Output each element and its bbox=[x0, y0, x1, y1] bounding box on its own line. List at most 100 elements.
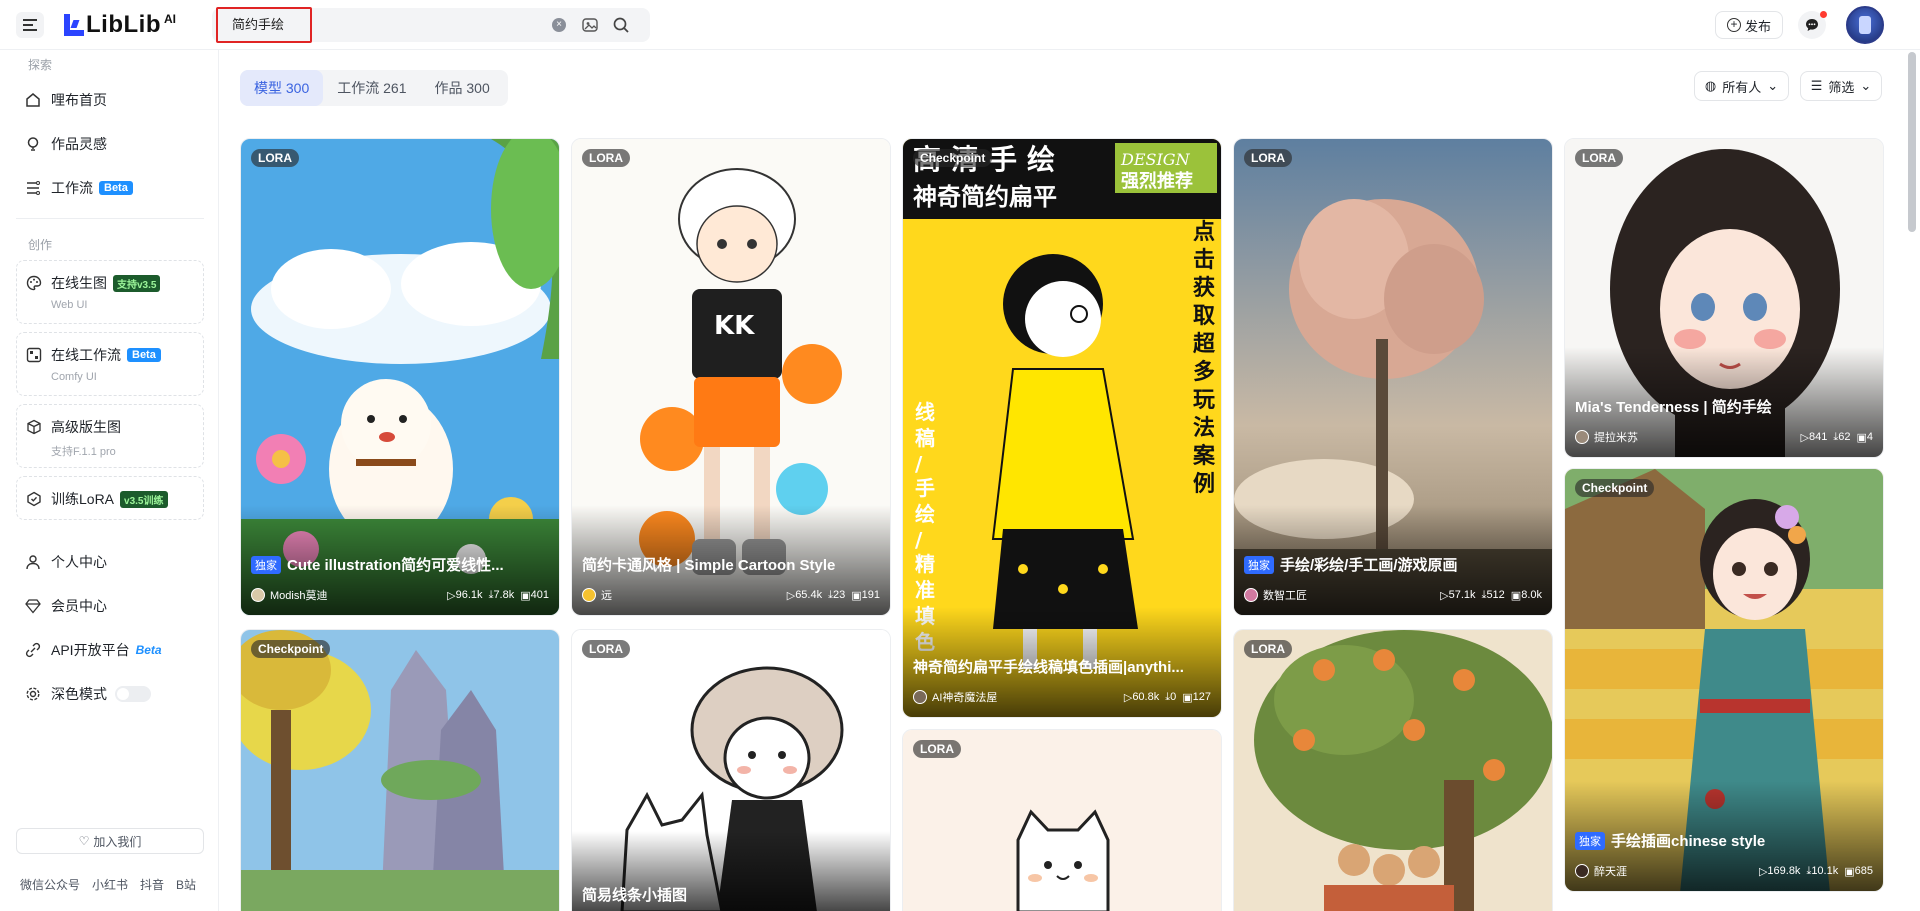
svg-text:获: 获 bbox=[1193, 276, 1215, 301]
model-card[interactable]: LORA bbox=[902, 729, 1222, 911]
footer-link-xiaohongshu[interactable]: 小红书 bbox=[92, 876, 128, 893]
exclusive-badge: 独家 bbox=[251, 555, 281, 574]
api-icon bbox=[24, 641, 42, 659]
image-search-icon[interactable] bbox=[582, 17, 598, 33]
bulb-icon bbox=[24, 135, 42, 153]
search-icon[interactable] bbox=[612, 16, 630, 34]
exclusive-badge: 独家 bbox=[1244, 555, 1274, 574]
image-icon: ▣ bbox=[1856, 431, 1867, 444]
sidebar-item-home[interactable]: 哩布首页 bbox=[24, 90, 107, 110]
sidebar-item-advanced-generate[interactable]: 高级版生图 支持F.1.1 pro bbox=[16, 404, 204, 468]
tab-workflows[interactable]: 工作流 261 bbox=[323, 70, 420, 106]
footer-link-wechat[interactable]: 微信公众号 bbox=[20, 876, 80, 893]
clear-icon[interactable]: × bbox=[552, 18, 566, 32]
author-name[interactable]: 数智工匠 bbox=[1263, 587, 1434, 603]
sidebar-item-subtitle: Comfy UI bbox=[51, 371, 97, 383]
svg-text:案: 案 bbox=[1192, 443, 1216, 469]
play-icon: ▷ bbox=[1123, 691, 1133, 704]
author-avatar bbox=[1575, 430, 1589, 444]
poster-title-text: 神奇简约扁平 bbox=[913, 183, 1057, 211]
sidebar-item-profile[interactable]: 个人中心 bbox=[24, 552, 107, 572]
palette-icon bbox=[26, 275, 42, 291]
sidebar-item-inspiration[interactable]: 作品灵感 bbox=[24, 134, 107, 154]
sidebar-item-membership[interactable]: 会员中心 bbox=[24, 596, 107, 616]
card-title: 独家 手绘插画chinese style bbox=[1575, 830, 1873, 851]
author-name[interactable]: AI神奇魔法屋 bbox=[932, 689, 1118, 705]
card-title-text: 简易线条小插图 bbox=[582, 887, 688, 904]
menu-toggle-button[interactable] bbox=[16, 12, 44, 38]
dark-mode-row: 深色模式 bbox=[24, 684, 151, 704]
footer-link-douyin[interactable]: 抖音 bbox=[140, 876, 164, 893]
sidebar-divider bbox=[16, 218, 204, 219]
page-scrollbar[interactable] bbox=[1906, 50, 1916, 911]
author-name[interactable]: 醉天涯 bbox=[1594, 863, 1753, 879]
home-icon bbox=[24, 91, 42, 109]
tab-models[interactable]: 模型 300 bbox=[240, 70, 324, 106]
join-us-button[interactable]: ♡ 加入我们 bbox=[16, 828, 204, 854]
scrollbar-thumb[interactable] bbox=[1908, 52, 1916, 232]
top-bar: LibLib AI × + 发布 bbox=[0, 0, 1920, 50]
poster-design-text: DESIGN bbox=[1120, 150, 1191, 169]
notification-dot bbox=[1820, 11, 1827, 18]
model-card[interactable]: KK LORA 简约卡通风格 | Simple Cartoon Style 远 … bbox=[571, 138, 891, 616]
model-card[interactable]: LORA Mia's Tenderness | 简约手绘 提拉米苏 ▷ 841 ⤓… bbox=[1564, 138, 1884, 458]
chevron-down-icon: ⌄ bbox=[1860, 78, 1872, 93]
image-count: 401 bbox=[530, 589, 549, 601]
publish-button[interactable]: + 发布 bbox=[1715, 11, 1783, 39]
svg-text:点: 点 bbox=[1193, 219, 1215, 245]
model-card[interactable]: Checkpoint bbox=[240, 629, 560, 911]
download-count: 512 bbox=[1486, 589, 1505, 601]
card-meta: 数智工匠 ▷ 57.1k ⤓ 512 ▣ 8.0k bbox=[1244, 587, 1542, 603]
author-avatar bbox=[1575, 864, 1589, 878]
sidebar-item-label: API开放平台 bbox=[51, 642, 130, 658]
dark-mode-label: 深色模式 bbox=[51, 686, 107, 702]
download-count: 62 bbox=[1838, 431, 1851, 443]
svg-text:法: 法 bbox=[1193, 416, 1215, 441]
card-title: 简易线条小插图 bbox=[582, 884, 880, 905]
download-count: 10.1k bbox=[1811, 865, 1839, 877]
author-avatar bbox=[913, 690, 927, 704]
model-card[interactable]: Checkpoint 独家 手绘插画chinese style 醉天涯 ▷ 169.… bbox=[1564, 468, 1884, 892]
author-name[interactable]: Modish莫迪 bbox=[270, 587, 441, 603]
run-count: 57.1k bbox=[1448, 589, 1476, 601]
beta-badge: Beta bbox=[127, 348, 161, 362]
author-avatar bbox=[251, 588, 265, 602]
user-avatar[interactable] bbox=[1846, 6, 1884, 44]
plus-circle-icon: + bbox=[1726, 18, 1741, 32]
svg-text:击: 击 bbox=[1193, 248, 1215, 273]
model-card[interactable]: LORA bbox=[1233, 629, 1553, 911]
svg-text:精: 精 bbox=[915, 552, 935, 576]
version-badge: 支持v3.5 bbox=[113, 274, 161, 292]
model-card[interactable]: LORA 独家 手绘/彩绘/手工画/游戏原画 数智工匠 ▷ 57.1k ⤓ 512 ▣… bbox=[1233, 138, 1553, 616]
filter-dropdown[interactable]: ☰ 筛选 ⌄ bbox=[1800, 71, 1882, 101]
footer-link-bilibili[interactable]: B站 bbox=[176, 876, 196, 893]
sidebar-item-online-workflow[interactable]: 在线工作流 Beta Comfy UI bbox=[16, 332, 204, 396]
play-icon: ▷ bbox=[1440, 589, 1449, 602]
model-card[interactable]: LORA 简易线条小插图 bbox=[571, 629, 891, 911]
sidebar-item-api[interactable]: API开放平台 Beta bbox=[24, 640, 162, 660]
model-card[interactable]: LORA 独家 Cute illustration简约可爱线性... Modish… bbox=[240, 138, 560, 616]
run-count: 60.8k bbox=[1132, 691, 1160, 703]
sidebar-item-label: 在线生图 bbox=[51, 275, 107, 291]
author-name[interactable]: 远 bbox=[601, 587, 781, 603]
logo[interactable]: LibLib AI bbox=[62, 11, 176, 39]
dark-mode-toggle[interactable] bbox=[115, 686, 151, 702]
run-count: 65.4k bbox=[795, 589, 823, 601]
tab-works[interactable]: 作品 300 bbox=[421, 70, 504, 106]
globe-icon: ◍ bbox=[1704, 78, 1717, 93]
beta-badge: Beta bbox=[99, 181, 133, 195]
model-card[interactable]: DESIGN 强烈推荐 高清手绘 神奇简约扁平 点击获取超多玩法案例 线稿/手绘… bbox=[902, 138, 1222, 718]
sidebar-item-online-generate[interactable]: 在线生图 支持v3.5 Web UI bbox=[16, 260, 204, 324]
sidebar-item-label: 个人中心 bbox=[51, 554, 107, 570]
image-icon: ▣ bbox=[520, 589, 531, 602]
author-name[interactable]: 提拉米苏 bbox=[1594, 429, 1795, 445]
sidebar-item-label: 在线工作流 bbox=[51, 347, 121, 363]
image-count: 127 bbox=[1192, 691, 1211, 703]
sidebar-item-train-lora[interactable]: 训练LoRA v3.5训练 bbox=[16, 476, 204, 520]
sidebar-item-workflow[interactable]: 工作流 Beta bbox=[24, 178, 133, 198]
sidebar-item-label: 训练LoRA bbox=[51, 491, 115, 507]
image-icon: ▣ bbox=[1510, 589, 1522, 602]
owner-filter-dropdown[interactable]: ◍ 所有人 ⌄ bbox=[1694, 71, 1789, 101]
sidebar-item-label: 工作流 bbox=[51, 180, 93, 196]
card-meta: Modish莫迪 ▷ 96.1k ⤓ 7.8k ▣ 401 bbox=[251, 587, 549, 603]
